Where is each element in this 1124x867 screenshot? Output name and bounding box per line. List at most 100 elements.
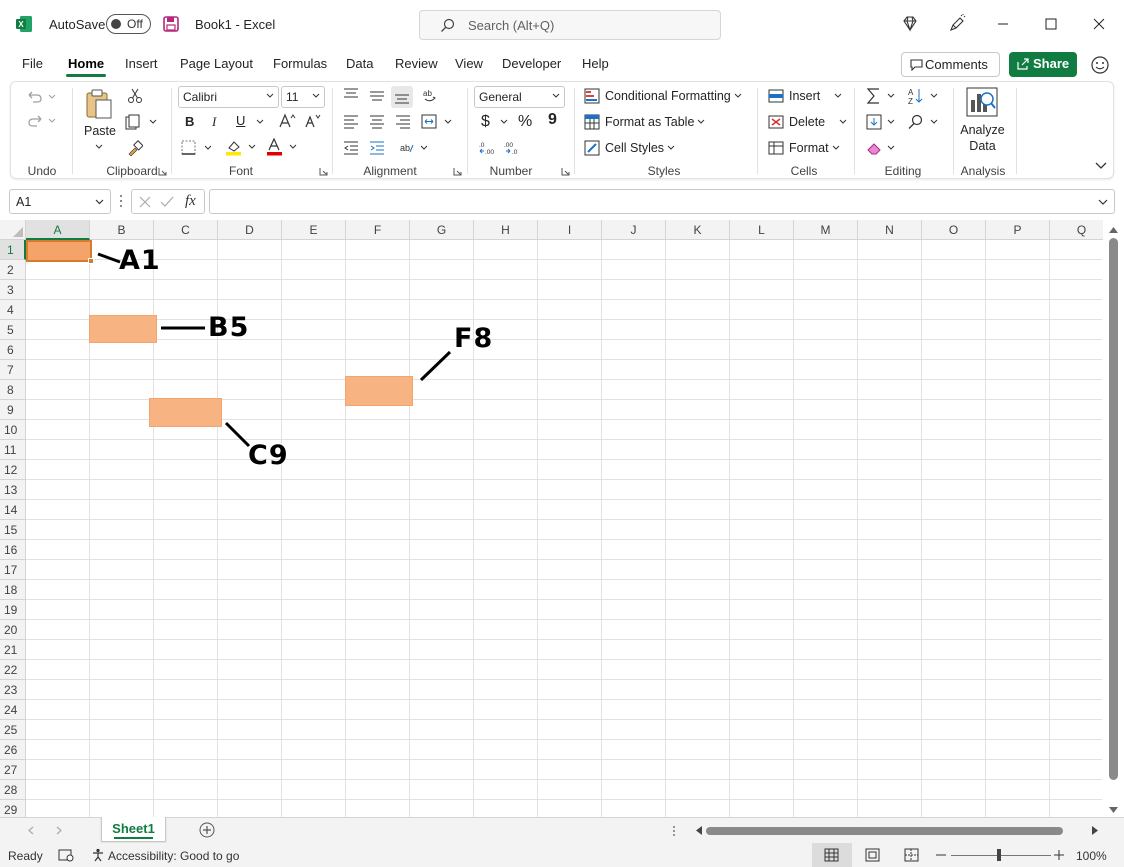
accessibility-icon[interactable] (91, 848, 105, 862)
row-header-28[interactable]: 28 (0, 780, 26, 800)
decrease-font-icon[interactable] (304, 113, 322, 129)
redo-icon[interactable] (25, 112, 55, 128)
row-header-14[interactable]: 14 (0, 500, 26, 520)
row-header-13[interactable]: 13 (0, 480, 26, 500)
delete-cells-button[interactable]: Delete (768, 114, 847, 130)
row-header-21[interactable]: 21 (0, 640, 26, 660)
normal-view-button[interactable] (812, 843, 852, 867)
top-align-icon[interactable] (343, 88, 359, 102)
comma-style-button[interactable]: 9 (548, 111, 557, 129)
horizontal-scroll-thumb[interactable] (706, 827, 1063, 835)
maximize-icon[interactable] (1041, 14, 1061, 34)
fill-color-icon[interactable] (225, 138, 259, 156)
search-box[interactable]: Search (Alt+Q) (419, 10, 721, 40)
analyze-data-label-line1[interactable]: Analyze (960, 123, 1005, 137)
premium-diamond-icon[interactable] (900, 14, 920, 34)
menu-data[interactable]: Data (346, 56, 373, 71)
paste-label[interactable]: Paste (84, 124, 116, 138)
copy-icon[interactable] (125, 114, 157, 130)
macro-record-icon[interactable] (58, 848, 74, 862)
undo-icon[interactable] (25, 88, 55, 104)
ribbon-collapse-chevron-icon[interactable] (1095, 162, 1107, 170)
tab-split-handle-icon[interactable] (672, 825, 676, 837)
zoom-slider-thumb[interactable] (997, 849, 1001, 861)
chevron-down-icon[interactable] (95, 144, 103, 150)
zoom-in-icon[interactable] (1054, 850, 1064, 860)
middle-align-icon[interactable] (369, 89, 385, 103)
menu-review[interactable]: Review (395, 56, 438, 71)
page-layout-view-icon[interactable] (865, 848, 880, 862)
menu-home[interactable]: Home (68, 56, 104, 71)
analyze-data-label-line2[interactable]: Data (960, 139, 1005, 153)
comments-button[interactable]: Comments (901, 52, 1000, 77)
add-sheet-icon[interactable] (199, 822, 215, 838)
zoom-level[interactable]: 100% (1076, 849, 1107, 863)
vertical-scroll-thumb[interactable] (1109, 238, 1118, 780)
menu-insert[interactable]: Insert (125, 56, 158, 71)
chevron-down-icon[interactable] (256, 119, 264, 125)
row-header-26[interactable]: 26 (0, 740, 26, 760)
coauthoring-pen-icon[interactable] (947, 14, 967, 34)
row-header-15[interactable]: 15 (0, 520, 26, 540)
align-left-icon[interactable] (343, 115, 359, 129)
chevron-down-icon[interactable] (500, 119, 508, 125)
increase-decimal-icon[interactable]: .0.00 (479, 140, 497, 156)
currency-button[interactable]: $ (481, 113, 490, 131)
scroll-left-arrow-icon[interactable] (695, 826, 702, 835)
menu-developer[interactable]: Developer (502, 56, 561, 71)
row-header-24[interactable]: 24 (0, 700, 26, 720)
formula-input[interactable] (209, 189, 1115, 214)
menu-view[interactable]: View (455, 56, 483, 71)
wrap-text-icon[interactable]: ab (399, 140, 429, 156)
align-right-icon[interactable] (395, 115, 411, 129)
autosum-icon[interactable] (866, 87, 896, 105)
zoom-slider-track[interactable] (951, 855, 1051, 856)
clipboard-launcher-icon[interactable] (158, 167, 167, 176)
scroll-up-arrow-icon[interactable] (1109, 226, 1118, 233)
paste-icon[interactable] (84, 88, 114, 120)
formula-bar-drag-handle-icon[interactable] (119, 194, 123, 208)
close-icon[interactable] (1089, 14, 1109, 34)
sheet-nav-next-icon[interactable] (56, 826, 62, 835)
minimize-icon[interactable] (993, 14, 1013, 34)
feedback-smiley-icon[interactable] (1090, 55, 1110, 75)
font-color-icon[interactable] (266, 138, 300, 156)
vertical-scrollbar[interactable] (1103, 220, 1124, 817)
number-launcher-icon[interactable] (561, 167, 570, 176)
clear-icon[interactable] (866, 140, 896, 156)
font-size-select[interactable]: 11 (281, 86, 325, 108)
row-header-22[interactable]: 22 (0, 660, 26, 680)
row-header-23[interactable]: 23 (0, 680, 26, 700)
underline-button[interactable]: U (236, 113, 245, 128)
format-painter-icon[interactable] (127, 140, 143, 156)
row-header-29[interactable]: 29 (0, 800, 26, 817)
format-as-table-button[interactable]: Format as Table (584, 114, 705, 130)
menu-file[interactable]: File (22, 56, 43, 71)
decrease-decimal-icon[interactable]: .00.0 (504, 140, 522, 156)
font-launcher-icon[interactable] (319, 167, 328, 176)
increase-font-icon[interactable] (278, 113, 296, 129)
menu-page-layout[interactable]: Page Layout (180, 56, 253, 71)
bottom-align-icon[interactable] (391, 86, 413, 108)
cancel-icon[interactable] (139, 196, 151, 208)
zoom-out-icon[interactable] (936, 854, 946, 856)
font-name-select[interactable]: Calibri (178, 86, 279, 108)
sheet-nav-prev-icon[interactable] (28, 826, 34, 835)
menu-formulas[interactable]: Formulas (273, 56, 327, 71)
percent-button[interactable]: % (518, 113, 532, 131)
insert-function-button[interactable]: fx (185, 193, 196, 210)
accessibility-status[interactable]: Accessibility: Good to go (108, 849, 239, 863)
format-cells-button[interactable]: Format (768, 140, 840, 156)
conditional-formatting-button[interactable]: Conditional Formatting (584, 88, 742, 104)
row-header-16[interactable]: 16 (0, 540, 26, 560)
find-select-icon[interactable] (907, 114, 939, 130)
row-header-18[interactable]: 18 (0, 580, 26, 600)
row-header-20[interactable]: 20 (0, 620, 26, 640)
merge-center-icon[interactable] (421, 114, 453, 130)
cell-styles-button[interactable]: Cell Styles (584, 140, 675, 156)
share-button[interactable]: Share (1009, 52, 1077, 77)
sheet-tab-sheet1[interactable]: Sheet1 (101, 817, 166, 842)
scroll-down-arrow-icon[interactable] (1109, 807, 1118, 814)
autosave-toggle[interactable]: Off (106, 14, 151, 34)
fill-icon[interactable] (866, 114, 896, 130)
